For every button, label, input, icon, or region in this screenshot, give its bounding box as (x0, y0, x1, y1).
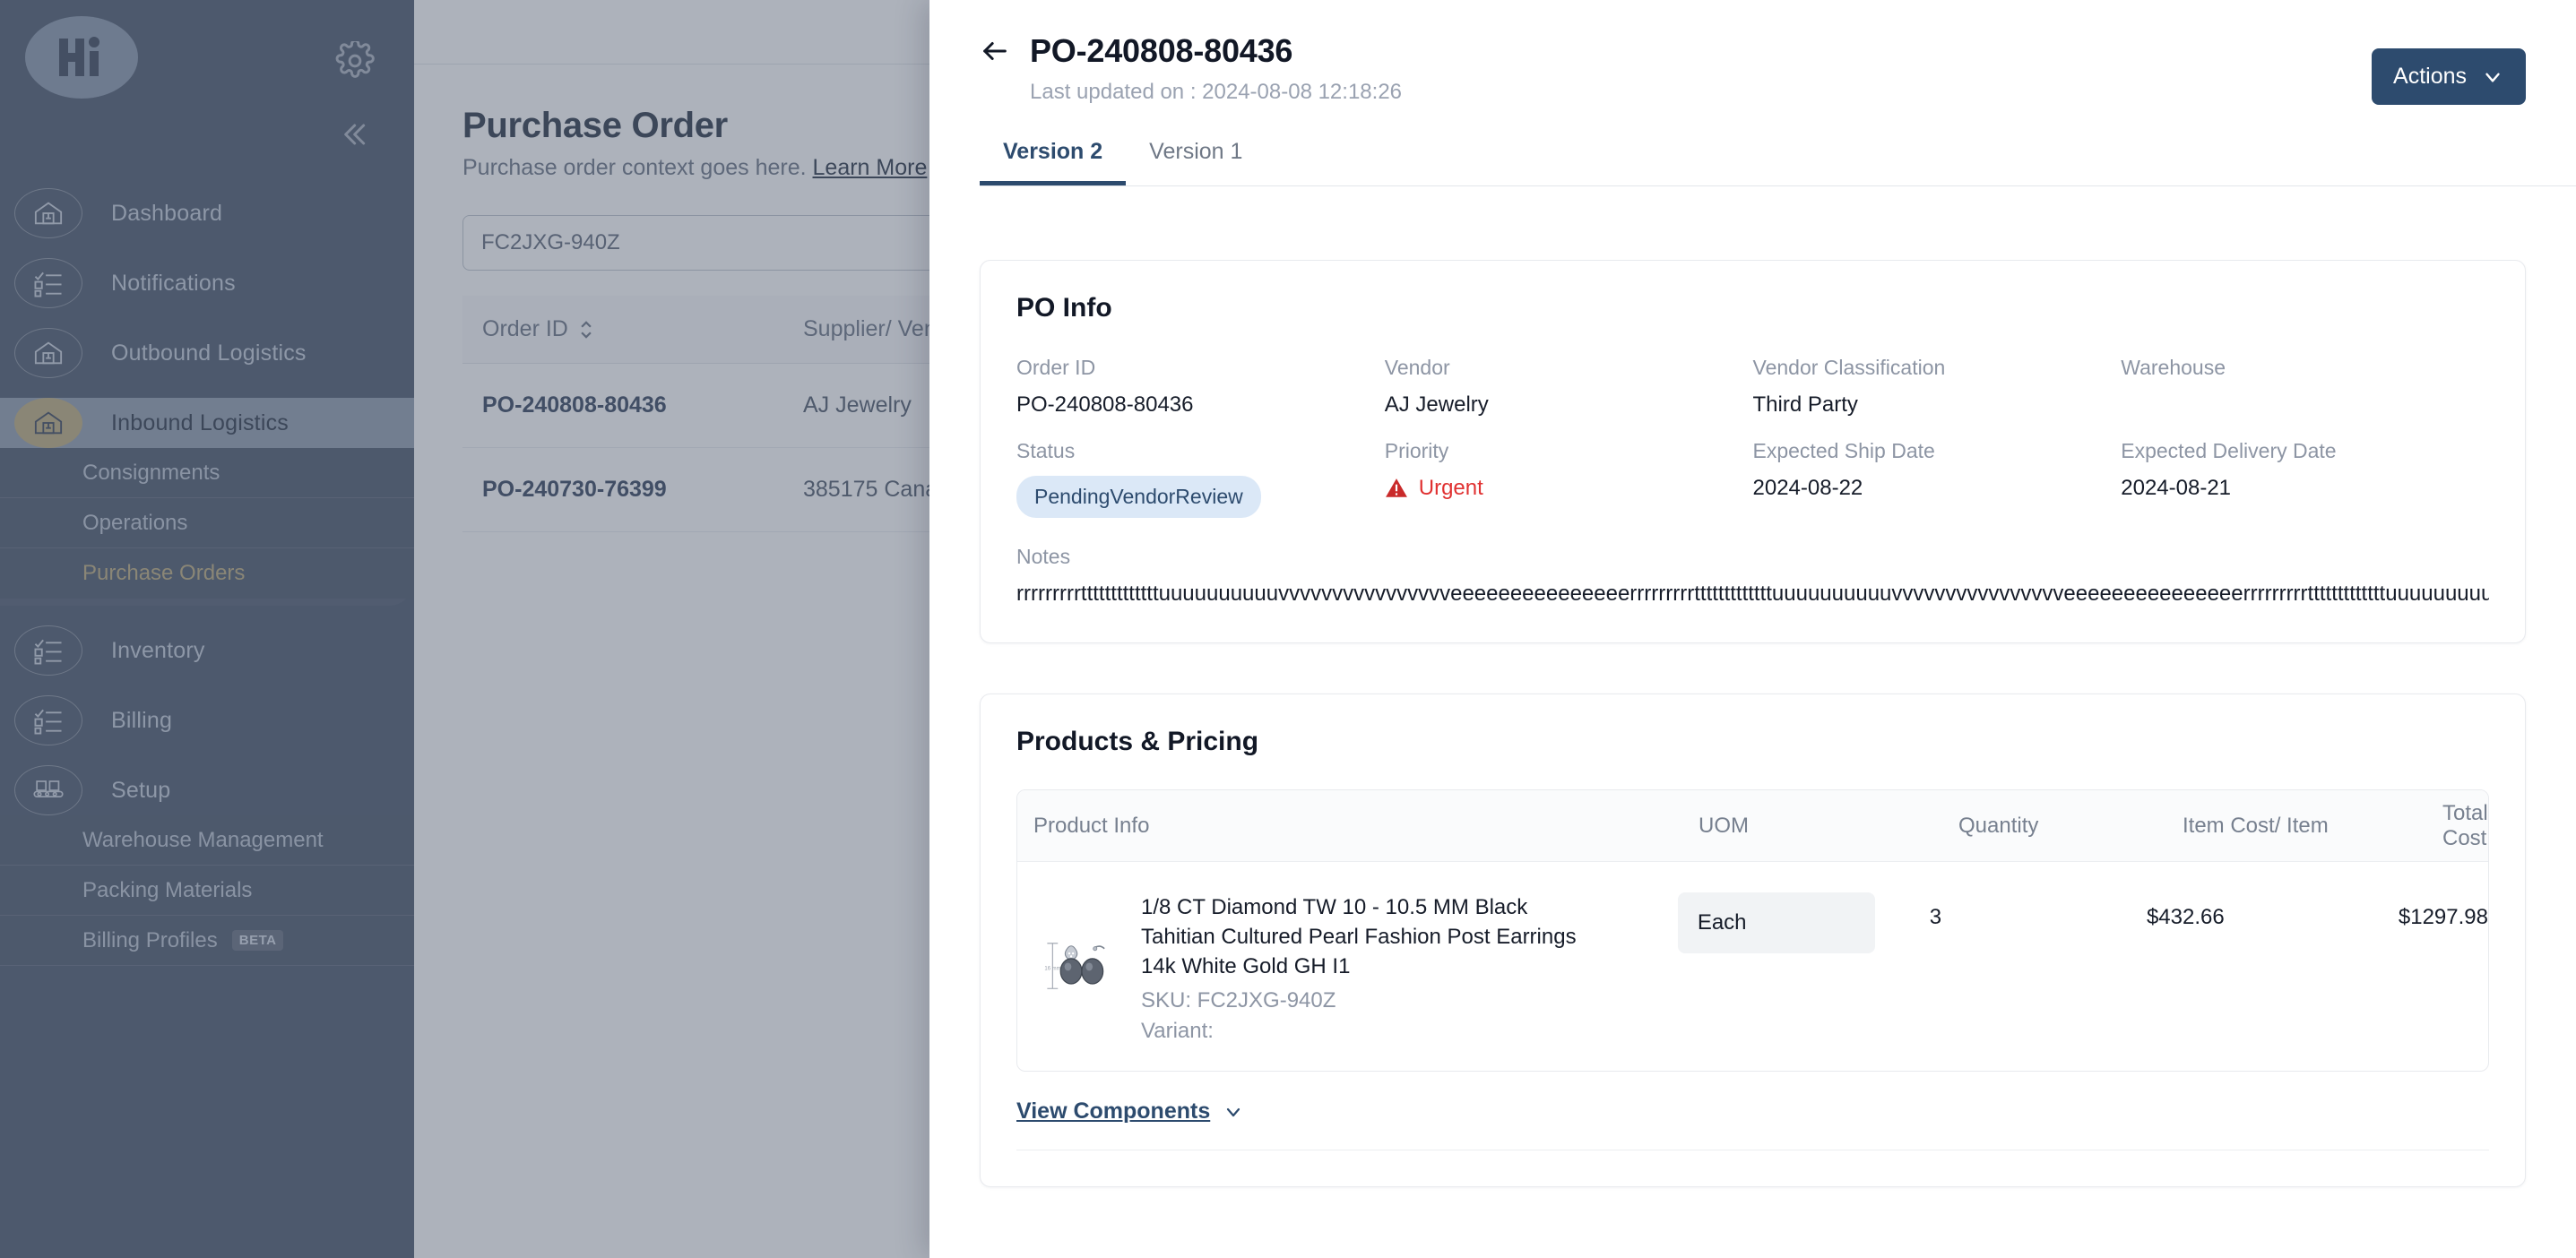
priority-value: Urgent (1385, 476, 1753, 501)
tab-version-2[interactable]: Version 2 (980, 139, 1126, 185)
field-label: Expected Delivery Date (2121, 439, 2489, 463)
field-expected-delivery-date: Expected Delivery Date 2024-08-21 (2121, 439, 2489, 518)
view-components-label: View Components (1016, 1099, 1210, 1124)
product-row: 16 mm (1017, 862, 2488, 1071)
drawer-title: PO-240808-80436 (1030, 32, 1292, 70)
notes-label: Notes (1016, 545, 2489, 569)
products-heading: Products & Pricing (1016, 727, 2489, 757)
drawer-scroll-area[interactable]: PO Info Order ID PO-240808-80436 Vendor … (929, 260, 2576, 1258)
app-root: Dashboard Notifications Ou (0, 0, 2576, 1258)
field-label: Order ID (1016, 356, 1385, 380)
earrings-product-image: 16 mm (1033, 926, 1119, 1012)
column-header-product-info: Product Info (1017, 814, 1699, 839)
column-header-uom: UOM (1699, 814, 1958, 839)
cell-product-info: 16 mm (1017, 892, 1678, 1044)
chevron-down-icon (2481, 65, 2504, 89)
actions-button[interactable]: Actions (2372, 48, 2526, 105)
field-value: 2024-08-21 (2121, 476, 2489, 501)
cell-uom: Each (1678, 892, 1930, 1044)
cell-quantity: 3 (1930, 892, 2147, 1044)
field-value: 2024-08-22 (1753, 476, 2122, 501)
drawer-header: PO-240808-80436 Last updated on : 2024-0… (929, 0, 2576, 105)
version-tabs: Version 2 Version 1 (980, 139, 2576, 186)
products-pricing-card: Products & Pricing Product Info UOM Quan… (980, 694, 2526, 1187)
product-name: 1/8 CT Diamond TW 10 - 10.5 MM Black Tah… (1141, 892, 1589, 981)
column-header-quantity: Quantity (1958, 814, 2183, 839)
field-label: Expected Ship Date (1753, 439, 2122, 463)
tab-version-1[interactable]: Version 1 (1126, 139, 1266, 185)
cell-total-cost: $1297.98 (2399, 892, 2488, 1044)
cell-item-cost: $432.66 (2147, 892, 2399, 1044)
priority-label-text: Urgent (1419, 476, 1483, 501)
po-info-card: PO Info Order ID PO-240808-80436 Vendor … (980, 260, 2526, 643)
uom-select[interactable]: Each (1678, 892, 1875, 953)
field-status: Status PendingVendorReview (1016, 439, 1385, 518)
field-value: AJ Jewelry (1385, 392, 1753, 418)
field-order-id: Order ID PO-240808-80436 (1016, 356, 1385, 418)
product-text-block: 1/8 CT Diamond TW 10 - 10.5 MM Black Tah… (1141, 892, 1589, 1044)
field-label: Status (1016, 439, 1385, 463)
product-variant: Variant: (1141, 1019, 1589, 1044)
status-badge: PendingVendorReview (1016, 476, 1261, 518)
products-table-header: Product Info UOM Quantity Item Cost/ Ite… (1017, 790, 2488, 862)
svg-text:16 mm: 16 mm (1044, 966, 1060, 971)
field-value: Third Party (1753, 392, 2122, 418)
chevron-down-icon (1223, 1101, 1244, 1123)
drawer-last-updated: Last updated on : 2024-08-08 12:18:26 (1030, 80, 2526, 105)
notes-value: rrrrrrrrrtttttttttttttuuuuuuuuuuvvvvvvvv… (1016, 582, 2489, 607)
field-vendor: Vendor AJ Jewelry (1385, 356, 1753, 418)
column-header-total-cost: Total Cost (2442, 801, 2488, 851)
arrow-left-icon[interactable] (980, 36, 1010, 66)
field-label: Vendor Classification (1753, 356, 2122, 380)
actions-button-label: Actions (2393, 64, 2467, 90)
field-value: PO-240808-80436 (1016, 392, 1385, 418)
product-sku: SKU: FC2JXG-940Z (1141, 988, 1589, 1013)
purchase-order-detail-drawer: PO-240808-80436 Last updated on : 2024-0… (929, 0, 2576, 1258)
warning-triangle-icon (1385, 478, 1408, 499)
field-expected-ship-date: Expected Ship Date 2024-08-22 (1753, 439, 2122, 518)
drawer-title-row: PO-240808-80436 (980, 32, 2526, 70)
field-label: Vendor (1385, 356, 1753, 380)
po-info-heading: PO Info (1016, 293, 2489, 323)
po-info-grid: Order ID PO-240808-80436 Vendor AJ Jewel… (1016, 356, 2489, 518)
field-priority: Priority Urgent (1385, 439, 1753, 518)
field-vendor-classification: Vendor Classification Third Party (1753, 356, 2122, 418)
field-warehouse: Warehouse (2121, 356, 2489, 418)
field-label: Warehouse (2121, 356, 2489, 380)
column-header-item-cost: Item Cost/ Item (2183, 814, 2442, 839)
view-components-toggle[interactable]: View Components (1016, 1099, 1244, 1124)
products-table: Product Info UOM Quantity Item Cost/ Ite… (1016, 789, 2489, 1072)
field-label: Priority (1385, 439, 1753, 463)
